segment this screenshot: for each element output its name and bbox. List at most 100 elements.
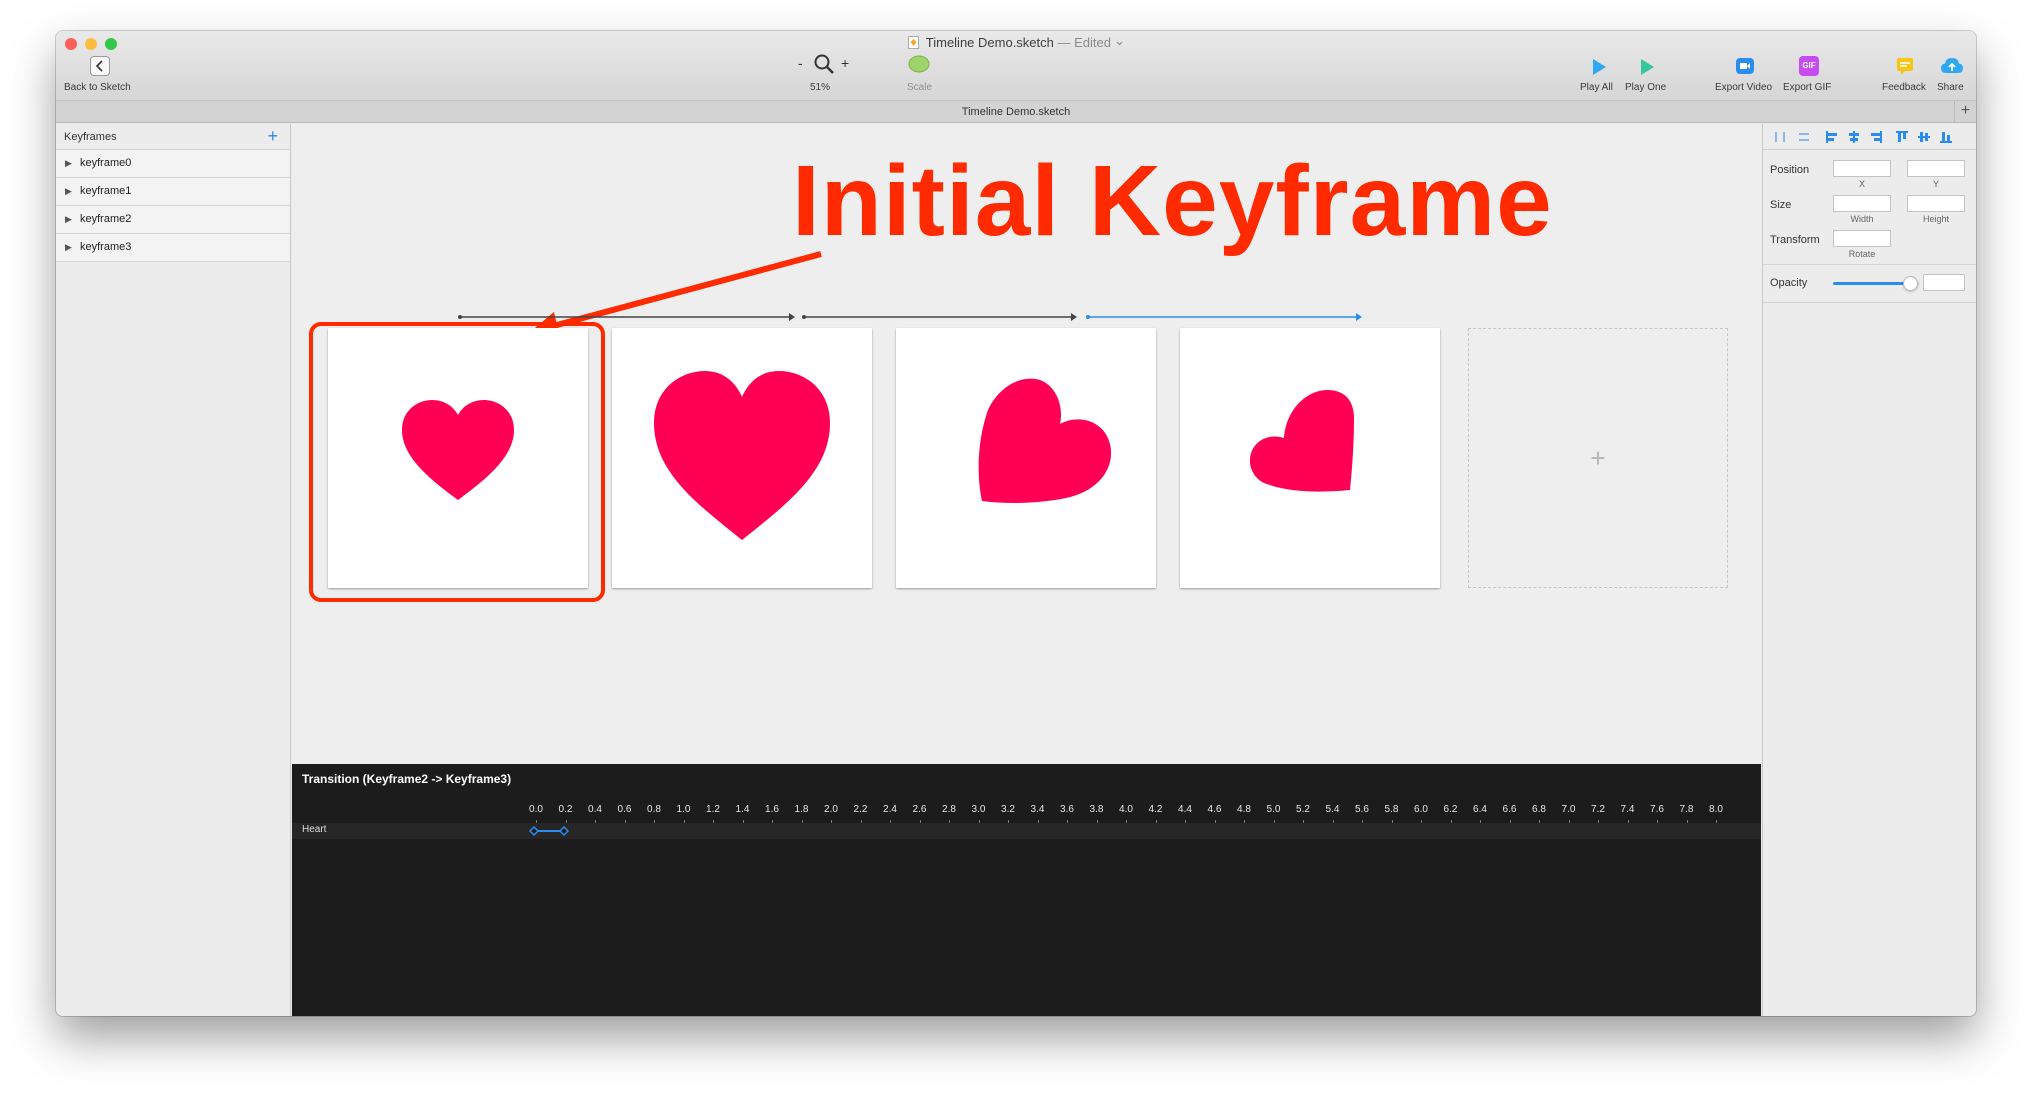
time-tick-label: 1.2 bbox=[706, 804, 720, 815]
time-tick-label: 0.2 bbox=[558, 804, 573, 815]
time-tick-label: 4.8 bbox=[1237, 804, 1251, 815]
scale-label: Scale bbox=[907, 82, 933, 93]
feedback-icon bbox=[1897, 58, 1913, 75]
magnifier-icon[interactable] bbox=[813, 53, 835, 75]
keyframe-canvas[interactable]: Initial Keyframe + bbox=[292, 124, 1761, 764]
disclosure-triangle-icon[interactable]: ▶ bbox=[65, 178, 72, 205]
time-tick-label: 6.8 bbox=[1532, 804, 1546, 815]
export-gif-label: Export GIF bbox=[1783, 82, 1832, 93]
share-button[interactable]: Share bbox=[1930, 31, 1974, 101]
time-ruler[interactable]: 0.0 0.2 0.4 0.6 0.8 1.0 1.2 1.4 1.6 1.8 2.0 2.2 2.4 2… bbox=[528, 804, 1761, 825]
align-bottom-icon[interactable] bbox=[1939, 130, 1953, 144]
play-one-button[interactable]: Play One bbox=[1622, 31, 1672, 101]
opacity-slider[interactable] bbox=[1763, 124, 1923, 294]
heart-icon bbox=[978, 378, 1112, 503]
opacity-slider-knob[interactable] bbox=[1903, 276, 1918, 291]
heart-icon bbox=[1249, 390, 1354, 492]
export-video-label: Export Video bbox=[1715, 82, 1773, 93]
toolbar: Timeline Demo.sketch — Edited Back to Sk… bbox=[56, 31, 1976, 101]
time-tick-label: 6.2 bbox=[1443, 804, 1458, 815]
time-tick-label: 4.2 bbox=[1148, 804, 1163, 815]
play-all-label: Play All bbox=[1580, 82, 1613, 93]
sidebar-item-keyframe3[interactable]: ▶ keyframe3 bbox=[56, 234, 290, 262]
feedback-button[interactable]: Feedback bbox=[1880, 31, 1930, 101]
zoom-out-button[interactable]: - bbox=[798, 55, 803, 71]
time-tick-label: 1.6 bbox=[765, 804, 779, 815]
disclosure-triangle-icon[interactable]: ▶ bbox=[65, 150, 72, 177]
zoom-in-button[interactable]: + bbox=[841, 55, 849, 71]
time-tick-label: 5.0 bbox=[1266, 804, 1281, 815]
time-tick-label: 0.0 bbox=[529, 804, 543, 815]
scale-icon bbox=[908, 55, 930, 73]
keyframe-diamond-icon[interactable] bbox=[528, 825, 540, 837]
time-tick-label: 2.4 bbox=[883, 804, 897, 815]
sidebar-item-label: keyframe3 bbox=[80, 241, 132, 253]
time-tick-label: 7.4 bbox=[1620, 804, 1635, 815]
keyframe-card-2[interactable] bbox=[896, 328, 1156, 588]
time-tick-label: 6.4 bbox=[1473, 804, 1487, 815]
opacity-slider-fill bbox=[1833, 282, 1910, 285]
transition-connector[interactable] bbox=[802, 313, 1077, 321]
scale-button[interactable]: Scale bbox=[894, 31, 944, 101]
zoom-level: 51% bbox=[810, 82, 831, 93]
transition-connector[interactable] bbox=[458, 313, 795, 321]
keyframe-diamond-icon[interactable] bbox=[558, 825, 570, 837]
highlight-box bbox=[309, 322, 605, 602]
sidebar-item-keyframe0[interactable]: ▶ keyframe0 bbox=[56, 150, 290, 178]
back-to-sketch-label: Back to Sketch bbox=[64, 82, 131, 93]
time-tick-label: 5.4 bbox=[1325, 804, 1340, 815]
divider bbox=[1763, 302, 1976, 303]
keyframe-card-3[interactable] bbox=[1180, 328, 1440, 588]
inspector-panel: Position X Y Size Width Height Transform… bbox=[1762, 124, 1976, 1016]
window-title: Timeline Demo.sketch — Edited bbox=[56, 35, 1976, 50]
time-tick-label: 3.6 bbox=[1060, 804, 1074, 815]
chevron-down-icon[interactable] bbox=[1115, 39, 1124, 47]
opacity-field[interactable] bbox=[1923, 274, 1965, 291]
sidebar-item-keyframe1[interactable]: ▶ keyframe1 bbox=[56, 178, 290, 206]
disclosure-triangle-icon[interactable]: ▶ bbox=[65, 206, 72, 233]
time-tick-label: 8.0 bbox=[1709, 804, 1723, 815]
time-tick-label: 6.6 bbox=[1502, 804, 1517, 815]
time-tick-label: 7.8 bbox=[1679, 804, 1694, 815]
tab-bar: Timeline Demo.sketch + bbox=[56, 101, 1976, 123]
chevron-left-icon bbox=[90, 56, 110, 76]
export-gif-button[interactable]: GIF Export GIF bbox=[1780, 31, 1840, 101]
zoom-control: - + 51% bbox=[792, 31, 862, 101]
keyframes-header: Keyframes + bbox=[56, 124, 290, 150]
time-tick-label: 1.8 bbox=[794, 804, 809, 815]
time-tick-label: 5.2 bbox=[1296, 804, 1310, 815]
time-tick-label: 1.4 bbox=[735, 804, 750, 815]
edited-status: — Edited bbox=[1057, 35, 1111, 50]
play-icon bbox=[1641, 59, 1654, 75]
export-video-button[interactable]: Export Video bbox=[1710, 31, 1780, 101]
time-tick-label: 7.2 bbox=[1591, 804, 1605, 815]
transition-connector-selected[interactable] bbox=[1086, 313, 1362, 321]
add-keyframe-button[interactable]: + bbox=[267, 124, 278, 148]
keyframe-card-1[interactable] bbox=[612, 328, 872, 588]
time-tick-label: 0.4 bbox=[588, 804, 602, 815]
feedback-label: Feedback bbox=[1882, 82, 1926, 93]
back-to-sketch-button[interactable]: Back to Sketch bbox=[56, 31, 146, 101]
time-tick-label: 0.6 bbox=[617, 804, 632, 815]
track-row-heart[interactable]: Heart bbox=[292, 823, 1761, 839]
timeline-panel: Transition (Keyframe2 -> Keyframe3) 0.0 0… bbox=[292, 764, 1761, 1016]
disclosure-triangle-icon[interactable]: ▶ bbox=[65, 234, 72, 261]
app-window: Timeline Demo.sketch — Edited Back to Sk… bbox=[56, 31, 1976, 1016]
time-tick-label: 7.6 bbox=[1650, 804, 1664, 815]
play-all-button[interactable]: Play All bbox=[1576, 31, 1622, 101]
add-keyframe-placeholder[interactable]: + bbox=[1468, 328, 1728, 588]
time-tick-label: 4.4 bbox=[1178, 804, 1192, 815]
heart-icon bbox=[654, 371, 830, 540]
time-tick-label: 4.0 bbox=[1119, 804, 1133, 815]
document-tab[interactable]: Timeline Demo.sketch bbox=[962, 106, 1070, 118]
time-tick-label: 7.0 bbox=[1561, 804, 1576, 815]
keyframe-range[interactable] bbox=[528, 823, 588, 839]
sidebar-item-keyframe2[interactable]: ▶ keyframe2 bbox=[56, 206, 290, 234]
time-tick-label: 1.0 bbox=[676, 804, 691, 815]
time-tick-label: 3.2 bbox=[1001, 804, 1015, 815]
keyframes-title: Keyframes bbox=[64, 131, 117, 143]
keyframes-sidebar: Keyframes + ▶ keyframe0 ▶ keyframe1 ▶ keyfr… bbox=[56, 124, 291, 1016]
time-tick-label: 5.6 bbox=[1355, 804, 1369, 815]
add-tab-button[interactable]: + bbox=[1954, 101, 1976, 123]
track-label: Heart bbox=[302, 824, 327, 835]
